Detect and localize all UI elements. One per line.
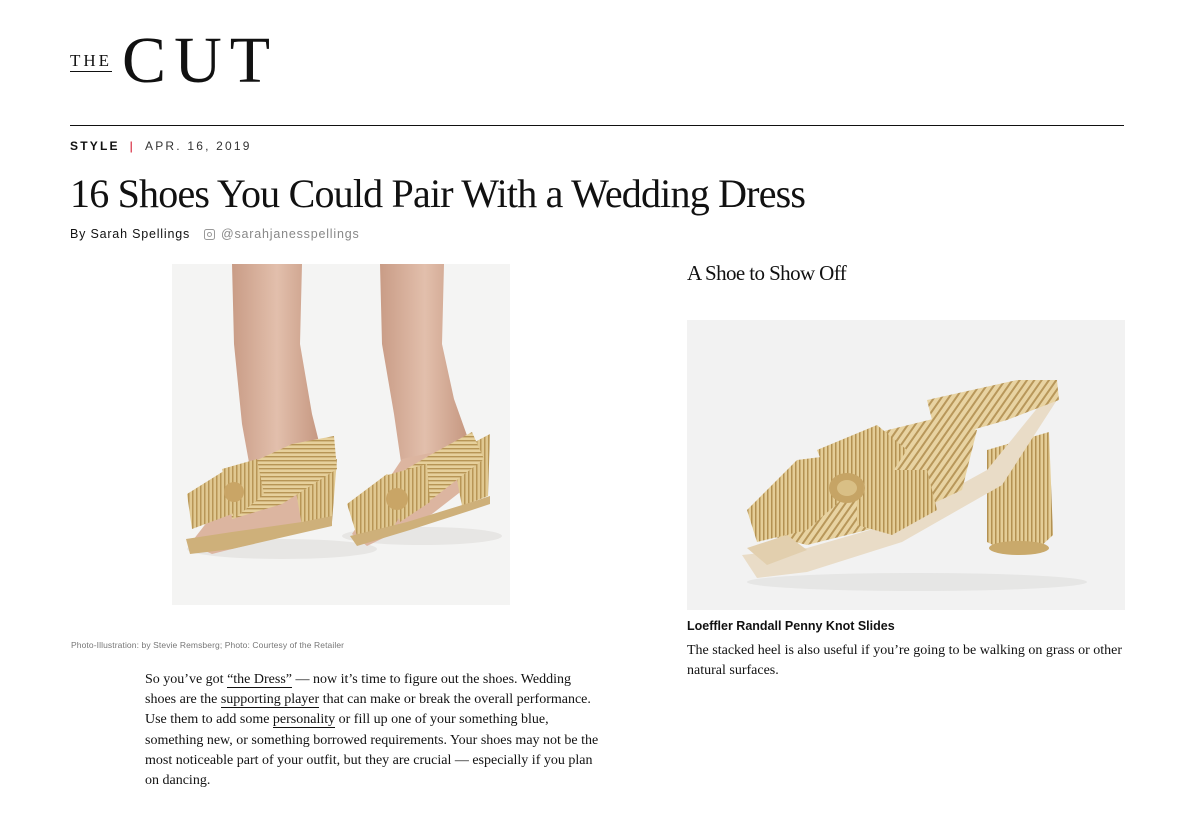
- social-link[interactable]: @sarahjanesspellings: [204, 227, 359, 241]
- article-body: So you’ve got “the Dress” — now it’s tim…: [145, 670, 600, 791]
- meta-separator: |: [129, 139, 135, 153]
- personality-link[interactable]: personality: [272, 712, 336, 729]
- logo-cut: CUT: [122, 24, 279, 97]
- byline: By Sarah Spellings @sarahjanesspellings: [70, 227, 360, 241]
- site-logo[interactable]: THE CUT: [70, 24, 279, 97]
- author-name[interactable]: By Sarah Spellings: [70, 227, 190, 241]
- rubric-link[interactable]: STYLE: [70, 139, 120, 153]
- product-name-link[interactable]: Loeffler Randall Penny Knot Slides: [687, 619, 895, 633]
- photo-caption: Photo-Illustration: by Stevie Remsberg; …: [71, 640, 345, 650]
- article-meta: STYLE | APR. 16, 2019: [70, 139, 252, 153]
- article-headline: 16 Shoes You Could Pair With a Wedding D…: [70, 171, 806, 216]
- section-heading: A Shoe to Show Off: [687, 261, 847, 285]
- supporting-player-link[interactable]: supporting player: [220, 692, 320, 709]
- product-photo[interactable]: [687, 320, 1125, 610]
- product-photo-illustration: [687, 320, 1125, 610]
- product-description: The stacked heel is also useful if you’r…: [687, 643, 1123, 678]
- logo-the: THE: [70, 51, 113, 72]
- instagram-icon: [204, 228, 216, 240]
- the-dress-link[interactable]: “the Dress”: [227, 672, 292, 688]
- publish-date: APR. 16, 2019: [145, 139, 252, 153]
- header-divider: [70, 125, 1124, 126]
- lead-photo-illustration: [172, 264, 510, 605]
- lead-photo: [172, 264, 510, 605]
- social-handle: @sarahjanesspellings: [221, 227, 360, 241]
- body-text-1: So you’ve got: [145, 672, 228, 687]
